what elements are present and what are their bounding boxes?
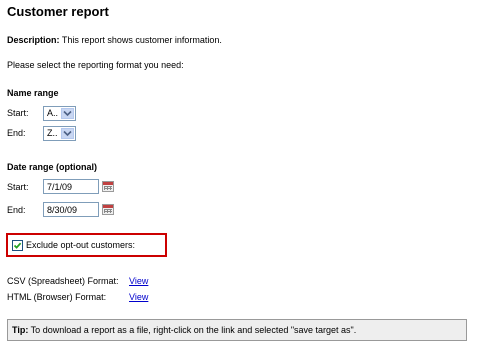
format-prompt: Please select the reporting format you n…	[7, 60, 184, 70]
chevron-down-icon[interactable]	[61, 128, 74, 139]
tip: Tip: To download a report as a file, rig…	[12, 325, 356, 335]
name-end-select[interactable]: Z..	[43, 126, 76, 141]
name-range-heading: Name range	[7, 88, 59, 98]
description-label: Description:	[7, 35, 60, 45]
calendar-icon[interactable]	[102, 181, 114, 192]
csv-format-label: CSV (Spreadsheet) Format:	[7, 276, 119, 286]
date-end-input[interactable]	[43, 202, 99, 217]
checkmark-icon	[13, 242, 22, 249]
html-view-link[interactable]: View	[129, 292, 148, 302]
page-title: Customer report	[7, 4, 109, 19]
name-start-select[interactable]: A..	[43, 106, 76, 121]
date-range-heading: Date range (optional)	[7, 162, 98, 172]
customer-report-page: { "page": { "title": "Customer report", …	[0, 0, 500, 348]
chevron-down-icon[interactable]	[61, 108, 74, 119]
description: Description: This report shows customer …	[7, 35, 222, 45]
name-start-label: Start:	[7, 108, 29, 118]
description-text: This report shows customer information.	[59, 35, 222, 45]
date-start-label: Start:	[7, 182, 29, 192]
calendar-icon[interactable]	[102, 204, 114, 215]
exclude-opt-out-label: Exclude opt-out customers:	[26, 240, 136, 250]
html-format-label: HTML (Browser) Format:	[7, 292, 107, 302]
date-end-label: End:	[7, 205, 26, 215]
name-end-value: Z..	[47, 128, 58, 138]
tip-label: Tip:	[12, 325, 29, 335]
name-start-value: A..	[47, 108, 59, 118]
name-end-label: End:	[7, 128, 26, 138]
tip-text: To download a report as a file, right-cl…	[28, 325, 357, 335]
exclude-opt-out-checkbox[interactable]	[12, 240, 23, 251]
csv-view-link[interactable]: View	[129, 276, 148, 286]
date-start-input[interactable]	[43, 179, 99, 194]
